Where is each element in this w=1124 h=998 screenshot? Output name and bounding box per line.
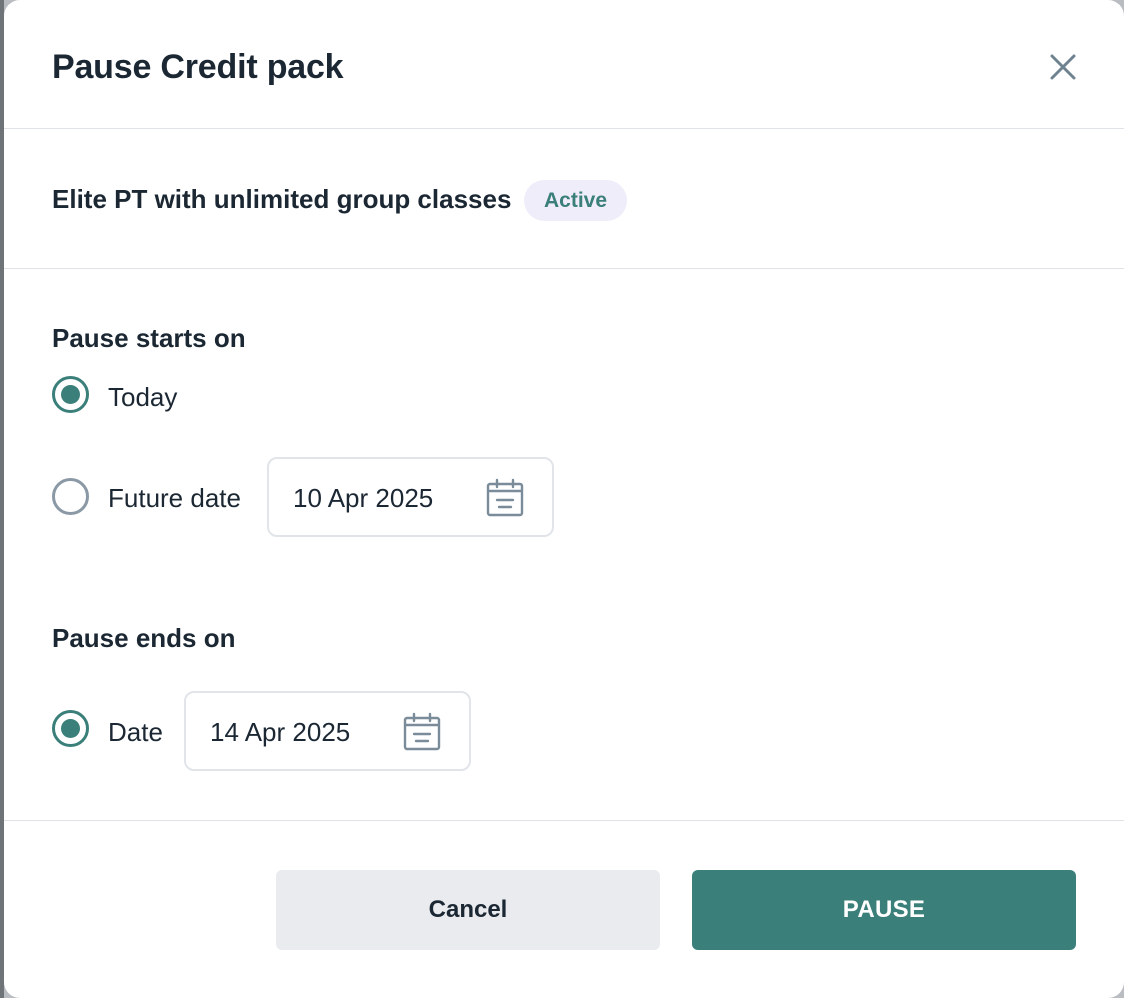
- radio-future-date-label: Future date: [108, 483, 241, 513]
- cancel-button[interactable]: Cancel: [276, 870, 660, 950]
- dialog-header: Pause Credit pack: [4, 0, 1124, 129]
- dialog-title: Pause Credit pack: [52, 48, 344, 86]
- close-button[interactable]: [1044, 48, 1082, 86]
- radio-today-label: Today: [108, 382, 178, 412]
- future-date-field[interactable]: 10 Apr 2025: [267, 457, 554, 537]
- pause-end-label: Pause ends on: [52, 623, 236, 653]
- calendar-icon: [486, 478, 524, 517]
- dialog-footer: Cancel PAUSE: [4, 820, 1124, 998]
- status-badge: Active: [524, 180, 627, 221]
- calendar-icon: [403, 712, 441, 751]
- pause-button[interactable]: PAUSE: [692, 870, 1076, 950]
- pause-credit-pack-dialog: Pause Credit pack Elite PT with unlimite…: [4, 0, 1124, 998]
- radio-end-date[interactable]: [52, 710, 89, 747]
- pack-name: Elite PT with unlimited group classes: [52, 184, 512, 214]
- pause-start-label: Pause starts on: [52, 323, 246, 353]
- radio-today[interactable]: [52, 376, 89, 413]
- future-date-value: 10 Apr 2025: [293, 483, 434, 513]
- close-icon: [1050, 54, 1076, 80]
- radio-end-date-label: Date: [108, 717, 163, 747]
- radio-future-date[interactable]: [52, 478, 89, 515]
- end-date-field[interactable]: 14 Apr 2025: [184, 691, 471, 771]
- pack-summary: Elite PT with unlimited group classes Ac…: [4, 129, 1124, 269]
- end-date-value: 14 Apr 2025: [210, 717, 351, 747]
